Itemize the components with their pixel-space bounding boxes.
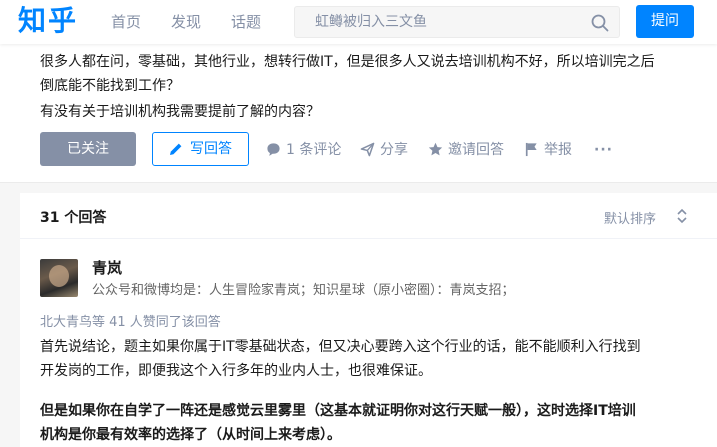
nav-topics[interactable]: 话题	[231, 12, 261, 32]
question-card: 很多人都在问，零基础，其他行业，想转行做IT，但是很多人又说去培训机构不好，所以…	[0, 44, 717, 183]
search-icon[interactable]	[591, 14, 609, 32]
share-label: 分享	[380, 142, 408, 158]
comment-icon	[267, 143, 280, 156]
answer-text-line: 但是如果你在自学了一阵还是感觉云里雾里（这基本就证明你对这行天赋一般），这时选择…	[40, 403, 636, 419]
pen-icon	[170, 143, 182, 155]
comments-button[interactable]: 1 条评论	[266, 140, 342, 160]
report-label: 举报	[544, 142, 572, 158]
comments-label: 1 条评论	[286, 142, 342, 158]
share-icon	[360, 142, 375, 157]
answer-text-line: 开发岗的工作，即便我这个入行多年的业内人士，也很难保证。	[40, 363, 432, 379]
author-bio: 公众号和微博均是：人生冒险家青岚；知识星球（原小密圈）：青岚支招；	[92, 283, 515, 298]
zhihu-logo[interactable]: 知乎	[18, 4, 78, 38]
question-detail-line: 有没有关于培训机构我需要提前了解的内容？	[40, 104, 320, 120]
answers-count: 31 个回答	[40, 210, 107, 226]
question-detail-line: 倒底能不能找到工作？	[40, 78, 180, 94]
search-input[interactable]	[305, 7, 585, 37]
flag-icon	[525, 142, 537, 157]
nav-discover[interactable]: 发现	[171, 12, 201, 32]
answer-text-line: 首先说结论，题主如果你属于IT零基础状态，但又决心要跨入这个行业的话，能不能顺利…	[40, 339, 641, 355]
report-button[interactable]: 举报	[524, 140, 576, 160]
followed-button[interactable]: 已关注	[40, 132, 136, 166]
write-answer-button[interactable]: 写回答	[152, 132, 249, 166]
search-box	[294, 6, 620, 38]
upvote-info[interactable]: 北大青鸟等 41 人赞同了该回答	[40, 311, 221, 330]
author-name[interactable]: 青岚	[92, 257, 122, 278]
sort-toggle[interactable]: 默认排序	[604, 208, 656, 227]
share-button[interactable]: 分享	[360, 140, 410, 160]
star-icon	[428, 142, 443, 156]
top-navbar: 知乎 首页 发现 话题 提问	[0, 0, 717, 44]
invite-answer-label: 邀请回答	[448, 142, 504, 158]
more-options-button[interactable]: ···	[594, 140, 613, 160]
ask-question-button[interactable]: 提问	[636, 5, 694, 38]
answer-text-line: 机构是你最有效率的选择了（从时间上来考虑）。	[40, 427, 341, 443]
answers-header: 31 个回答 默认排序	[20, 193, 717, 239]
answers-card: 31 个回答 默认排序 青岚 公众号和微博均是：人生冒险家青岚；知识星球（原小密…	[20, 193, 717, 447]
sort-icon[interactable]	[676, 208, 688, 224]
question-detail-line: 很多人都在问，零基础，其他行业，想转行做IT，但是很多人又说去培训机构不好，所以…	[40, 54, 655, 70]
avatar[interactable]	[40, 259, 78, 297]
write-answer-label: 写回答	[190, 141, 232, 157]
nav-home[interactable]: 首页	[111, 12, 141, 32]
invite-answer-button[interactable]: 邀请回答	[428, 140, 508, 160]
